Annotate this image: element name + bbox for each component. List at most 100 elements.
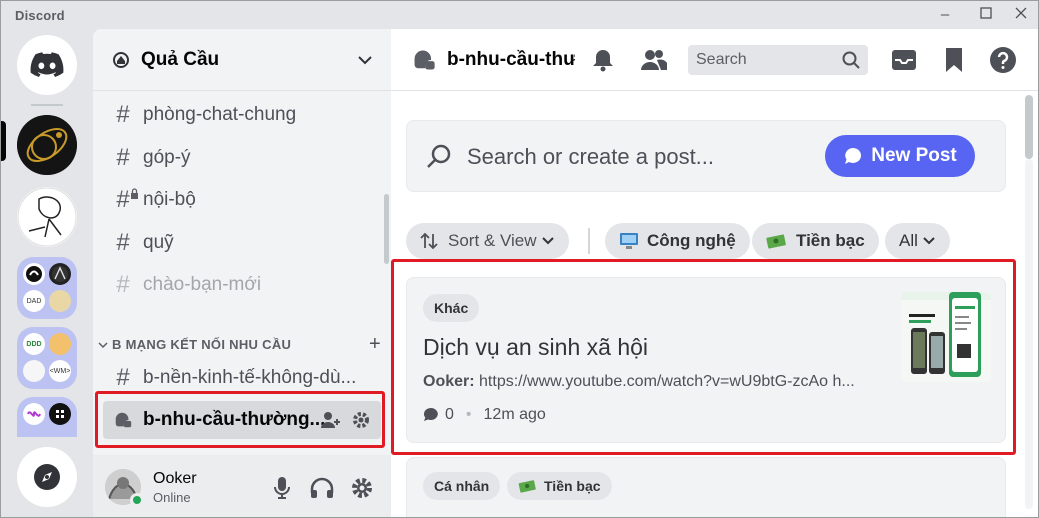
folder-server-icon: DDD xyxy=(23,333,45,355)
inbox-icon[interactable] xyxy=(889,45,919,75)
folder-server-icon xyxy=(49,290,71,312)
orbit-logo-icon xyxy=(17,115,77,175)
selected-server-pill xyxy=(1,121,6,161)
server-folder-2[interactable]: DDD <WM> xyxy=(17,327,77,389)
server-rail: DAD DDD <WM> xyxy=(1,29,93,517)
sort-arrows-icon xyxy=(420,232,438,250)
main-scrollbar-thumb[interactable] xyxy=(1025,95,1033,159)
computer-emoji-icon xyxy=(620,233,638,249)
member-list-icon[interactable] xyxy=(639,45,669,75)
app-title: Discord xyxy=(15,8,65,23)
channel-label: quỹ xyxy=(143,232,174,253)
filter-divider xyxy=(588,228,590,254)
invite-member-icon[interactable] xyxy=(321,411,341,429)
tag-filter-label: Tiền bạc xyxy=(796,231,865,250)
search-placeholder: Search xyxy=(696,51,747,68)
channel-quy[interactable]: # quỹ xyxy=(103,224,381,262)
post-title: Dịch vụ an sinh xã hội xyxy=(423,334,649,360)
folder-server-icon xyxy=(23,263,45,285)
close-icon[interactable] xyxy=(1007,5,1035,25)
maximize-icon[interactable] xyxy=(972,5,1000,25)
tag-filter-label: Công nghệ xyxy=(647,231,736,250)
channel-settings-gear-icon[interactable] xyxy=(351,410,371,430)
community-home-icon xyxy=(113,51,129,68)
post-preview: Ooker: https://www.youtube.com/watch?v=w… xyxy=(423,373,893,391)
add-channel-icon[interactable]: + xyxy=(369,333,381,356)
sort-view-button[interactable]: Sort & View xyxy=(406,223,569,259)
headphones-icon[interactable] xyxy=(309,475,335,501)
chevron-down-icon xyxy=(98,341,108,348)
sidebar-scrollbar[interactable] xyxy=(384,194,389,264)
chat-bubble-icon xyxy=(845,148,862,164)
bookmark-icon[interactable] xyxy=(939,45,969,75)
category-label: B MẠNG KẾT NỐI NHU CẦU xyxy=(112,337,292,352)
forum-icon xyxy=(414,50,435,69)
channel-title: b-nhu-cầu-thườ xyxy=(447,48,575,70)
forum-post-card[interactable]: Cá nhân Tiền bạc xyxy=(406,457,1006,517)
comment-count: 0 xyxy=(445,406,454,423)
help-icon[interactable] xyxy=(988,45,1018,75)
minimize-icon[interactable]: – xyxy=(931,5,959,25)
post-preview-text: https://www.youtube.com/watch?v=wU9btG-z… xyxy=(479,373,855,390)
user-settings-gear-icon[interactable] xyxy=(349,475,375,501)
folder-server-icon: DAD xyxy=(23,290,45,312)
folder-server-icon: <WM> xyxy=(49,360,71,382)
search-icon xyxy=(427,144,451,168)
channel-noi-bo[interactable]: # nội-bộ xyxy=(103,181,381,219)
discord-window: Discord – DAD DDD <WM> Quả Cầu # phòng-c… xyxy=(0,0,1039,518)
user-panel: Ooker Online xyxy=(93,455,391,517)
hash-icon: # xyxy=(116,144,130,171)
server-folder-3[interactable] xyxy=(17,397,77,437)
channel-b-nhu-cau-thuong[interactable]: b-nhu-cầu-thường... xyxy=(103,401,381,439)
channel-gop-y[interactable]: # góp-ý xyxy=(103,139,381,177)
post-thumbnail[interactable] xyxy=(901,292,991,382)
server-sketch[interactable] xyxy=(17,187,77,247)
forum-icon xyxy=(115,412,132,428)
all-tags-dropdown[interactable]: All xyxy=(885,223,950,259)
money-emoji-icon xyxy=(766,234,786,249)
folder-server-icon xyxy=(23,360,45,382)
meta-separator: • xyxy=(465,406,472,423)
folder-server-icon xyxy=(49,333,71,355)
new-post-button[interactable]: New Post xyxy=(825,135,975,177)
category-b-mang-ket-noi[interactable]: B MẠNG KẾT NỐI NHU CẦU + xyxy=(97,333,381,356)
rail-divider xyxy=(31,104,63,106)
microphone-icon[interactable] xyxy=(269,475,295,501)
folder-server-icon xyxy=(23,403,45,425)
channel-label: b-nhu-cầu-thường... xyxy=(143,409,326,430)
bell-icon[interactable] xyxy=(588,45,618,75)
hash-icon: # xyxy=(116,101,130,128)
channel-label: phòng-chat-chung xyxy=(143,104,297,125)
channel-label: b-nền-kinh-tế-không-dù... xyxy=(143,367,357,388)
tag-filter-cong-nghe[interactable]: Công nghệ xyxy=(605,223,750,259)
locked-hash-icon: # xyxy=(113,186,138,214)
channel-phong-chat-chung[interactable]: # phòng-chat-chung xyxy=(103,96,381,134)
explore-servers-button[interactable] xyxy=(17,447,77,507)
post-time: 12m ago xyxy=(483,406,546,423)
post-tag-tien-bac: Tiền bạc xyxy=(507,472,612,500)
main-scrollbar-track[interactable] xyxy=(1025,159,1033,509)
user-status: Online xyxy=(153,489,191,505)
hash-icon: # xyxy=(116,271,130,298)
channel-chao-ban-moi[interactable]: # chào-bạn-mới xyxy=(103,266,381,304)
server-folder-1[interactable]: DAD xyxy=(17,257,77,319)
sketch-avatar-icon xyxy=(17,187,77,247)
home-button[interactable] xyxy=(17,35,77,95)
online-status-dot xyxy=(130,493,144,507)
channel-label: nội-bộ xyxy=(143,189,196,210)
search-or-create-post-input[interactable]: Search or create a post... New Post xyxy=(406,120,1006,192)
all-tags-label: All xyxy=(899,231,918,250)
chevron-down-icon xyxy=(923,237,935,245)
avatar[interactable] xyxy=(105,469,144,507)
new-post-label: New Post xyxy=(871,145,957,166)
server-gold-orbit[interactable] xyxy=(17,115,77,175)
tag-filter-tien-bac[interactable]: Tiền bạc xyxy=(752,223,879,259)
forum-post-card[interactable]: Khác Dịch vụ an sinh xã hội Ooker: https… xyxy=(406,277,1006,443)
chevron-down-icon xyxy=(358,55,372,64)
search-input[interactable]: Search xyxy=(688,45,868,75)
channel-b-nen-kinh-te[interactable]: # b-nền-kinh-tế-không-dù... xyxy=(103,359,381,397)
folder-server-icon xyxy=(49,263,71,285)
folder-server-icon xyxy=(49,403,71,425)
channel-label: góp-ý xyxy=(143,147,191,168)
server-header[interactable]: Quả Cầu xyxy=(93,29,391,91)
